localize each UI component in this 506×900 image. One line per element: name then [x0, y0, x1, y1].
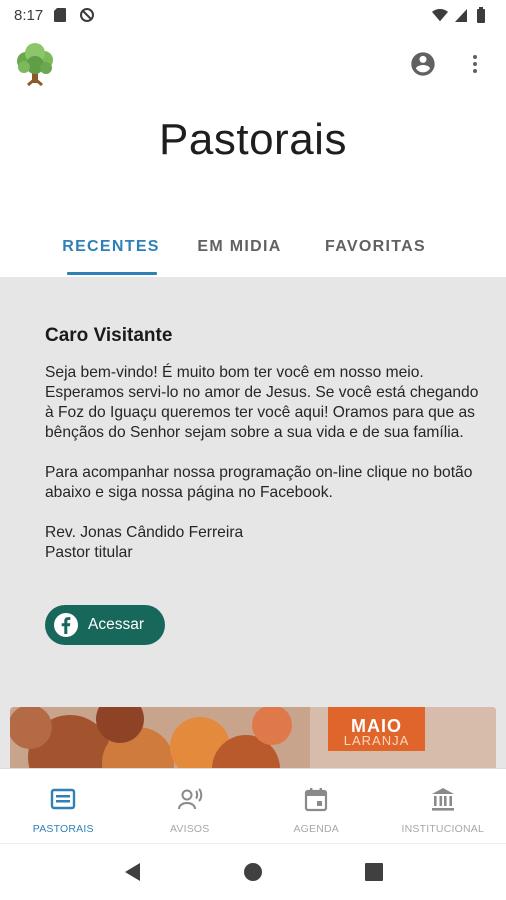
account-circle-icon[interactable] [408, 49, 438, 79]
badge-main-text: MAIO [351, 716, 402, 736]
acessar-button-label: Acessar [88, 616, 144, 633]
status-time: 8:17 [14, 6, 44, 24]
nav-label-agenda: AGENDA [293, 823, 340, 835]
wifi-icon [432, 7, 448, 23]
tab-favoritas[interactable]: FAVORITAS [308, 224, 443, 270]
tree-logo-icon [12, 41, 58, 87]
newspaper-icon [49, 785, 77, 813]
nav-label-avisos: AVISOS [169, 823, 210, 835]
back-icon[interactable] [112, 852, 152, 892]
nav-item-avisos[interactable]: AVISOS [127, 769, 254, 842]
facebook-paragraph: Para acompanhar nossa programação on-lin… [45, 464, 473, 501]
acessar-button[interactable]: Acessar [45, 605, 165, 645]
nav-label-institucional: INSTITUCIONAL [401, 823, 485, 835]
bottom-navigation: PASTORAIS AVISOS AGENDA INSTITUCIONAL [0, 768, 506, 842]
sd-card-icon [53, 7, 69, 23]
recents-icon[interactable] [354, 852, 394, 892]
calendar-icon [302, 785, 330, 813]
signature-name: Rev. Jonas Cândido Ferreira [45, 524, 244, 541]
maio-laranja-badge: MAIO LARANJA [328, 707, 425, 751]
page-title: Pastorais [159, 115, 347, 164]
battery-icon [476, 7, 492, 23]
institution-icon [429, 785, 457, 813]
nav-item-institucional[interactable]: INSTITUCIONAL [380, 769, 506, 842]
signal-icon [454, 7, 470, 23]
status-bar: 8:17 [0, 0, 506, 30]
app-bar [0, 36, 506, 92]
system-navigation-bar [0, 843, 506, 900]
maio-laranja-banner[interactable]: MAIO LARANJA [10, 707, 496, 768]
nav-item-agenda[interactable]: AGENDA [253, 769, 380, 842]
content-area: Caro Visitante Seja bem-vindo! É muito b… [0, 277, 506, 768]
tab-recentes[interactable]: RECENTES [51, 224, 171, 275]
nav-item-pastorais[interactable]: PASTORAIS [0, 769, 127, 842]
announcement-icon [176, 785, 204, 813]
more-vert-icon[interactable] [460, 49, 490, 79]
card-body: Seja bem-vindo! É muito bom ter você em … [45, 363, 485, 563]
data-saver-icon [79, 7, 95, 23]
welcome-paragraph: Seja bem-vindo! É muito bom ter você em … [45, 364, 479, 441]
home-icon[interactable] [233, 852, 273, 892]
tab-em-midia[interactable]: EM MIDIA [177, 224, 302, 270]
card-title: Caro Visitante [45, 325, 173, 346]
tab-bar: RECENTES EM MIDIA FAVORITAS [0, 224, 506, 276]
facebook-icon [53, 612, 79, 638]
signature-role: Pastor titular [45, 544, 133, 561]
badge-sub-text: LARANJA [343, 733, 410, 748]
nav-label-pastorais: PASTORAIS [32, 823, 94, 835]
